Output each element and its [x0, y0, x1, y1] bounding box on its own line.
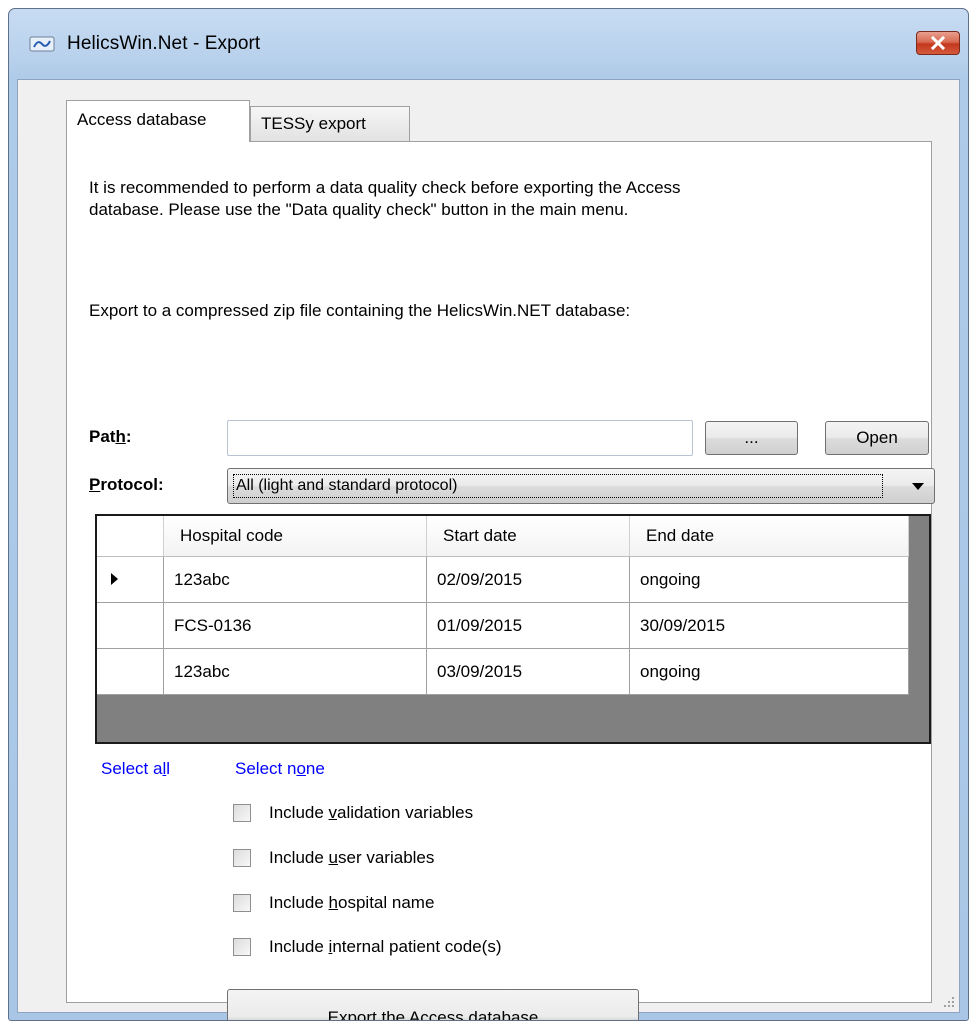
select-all-link[interactable]: Select all	[101, 759, 170, 779]
hospital-data-grid[interactable]: Hospital code Start date End date 123abc…	[95, 514, 931, 744]
info-text-line-1: It is recommended to perform a data qual…	[89, 178, 681, 197]
select-none-link[interactable]: Select none	[235, 759, 325, 779]
tab-tessy-export[interactable]: TESSy export	[250, 106, 410, 141]
title-bar[interactable]: HelicsWin.Net - Export	[9, 9, 968, 79]
cell-end-date[interactable]: ongoing	[629, 648, 909, 695]
include-internal-patient-codes-checkbox[interactable]: Include internal patient code(s)	[233, 934, 501, 960]
cell-start-date[interactable]: 01/09/2015	[426, 602, 630, 649]
tab-label: Access database	[77, 110, 207, 129]
checkbox-label: Include user variables	[269, 848, 435, 867]
checkbox-label: Include hospital name	[269, 893, 435, 912]
row-header[interactable]	[97, 602, 164, 649]
table-row[interactable]: FCS-0136 01/09/2015 30/09/2015	[97, 602, 909, 649]
checkbox-box[interactable]	[233, 849, 251, 867]
checkbox-box[interactable]	[233, 804, 251, 822]
export-window: HelicsWin.Net - Export Access database T…	[8, 8, 969, 1021]
browse-button-label: ...	[744, 428, 759, 447]
column-header-hospital-code[interactable]: Hospital code	[163, 516, 427, 557]
resize-grip-icon[interactable]	[941, 994, 955, 1008]
column-header-end-date[interactable]: End date	[629, 516, 909, 557]
row-header[interactable]	[97, 556, 164, 603]
tab-panel-access-database: It is recommended to perform a data qual…	[66, 141, 935, 1020]
include-validation-variables-checkbox[interactable]: Include validation variables	[233, 800, 473, 826]
row-indicator-icon	[111, 572, 118, 585]
export-access-database-button[interactable]: Export the Access database	[227, 989, 639, 1021]
path-input[interactable]	[227, 420, 693, 456]
dropdown-arrow-icon	[912, 483, 924, 490]
cell-hospital-code[interactable]: 123abc	[163, 556, 427, 603]
table-row[interactable]: 123abc 02/09/2015 ongoing	[97, 556, 909, 603]
tab-label: TESSy export	[261, 114, 366, 133]
include-user-variables-checkbox[interactable]: Include user variables	[233, 845, 434, 871]
dialog-client-area: Access database TESSy export It is recom…	[17, 79, 960, 1020]
row-header-corner	[97, 516, 164, 557]
browse-button[interactable]: ...	[705, 421, 798, 455]
open-button[interactable]: Open	[825, 421, 929, 455]
open-button-label: Open	[856, 428, 898, 447]
cell-hospital-code[interactable]: FCS-0136	[163, 602, 427, 649]
protocol-select[interactable]: All (light and standard protocol)	[227, 468, 935, 504]
export-button-label: Export the Access database	[327, 1008, 539, 1021]
grid-table: Hospital code Start date End date 123abc…	[97, 516, 909, 695]
close-icon	[930, 36, 946, 50]
info-text-line-2: database. Please use the "Data quality c…	[89, 200, 629, 219]
column-header-start-date[interactable]: Start date	[426, 516, 630, 557]
protocol-label: Protocol:	[89, 475, 164, 494]
app-icon	[29, 36, 55, 52]
export-description: Export to a compressed zip file containi…	[89, 301, 631, 320]
cell-start-date[interactable]: 02/09/2015	[426, 556, 630, 603]
checkbox-label: Include internal patient code(s)	[269, 937, 502, 956]
tab-access-database[interactable]: Access database	[66, 100, 250, 142]
include-hospital-name-checkbox[interactable]: Include hospital name	[233, 890, 434, 916]
cell-hospital-code[interactable]: 123abc	[163, 648, 427, 695]
protocol-selected-value: All (light and standard protocol)	[233, 474, 883, 498]
cell-start-date[interactable]: 03/09/2015	[426, 648, 630, 695]
checkbox-label: Include validation variables	[269, 803, 474, 822]
checkbox-box[interactable]	[233, 938, 251, 956]
cell-end-date[interactable]: ongoing	[629, 556, 909, 603]
grid-header-row: Hospital code Start date End date	[97, 516, 909, 557]
close-button[interactable]	[916, 31, 960, 55]
row-header[interactable]	[97, 648, 164, 695]
path-label: Path:	[89, 427, 132, 446]
checkbox-box[interactable]	[233, 894, 251, 912]
cell-end-date[interactable]: 30/09/2015	[629, 602, 909, 649]
window-title: HelicsWin.Net - Export	[67, 33, 261, 54]
table-row[interactable]: 123abc 03/09/2015 ongoing	[97, 648, 909, 695]
